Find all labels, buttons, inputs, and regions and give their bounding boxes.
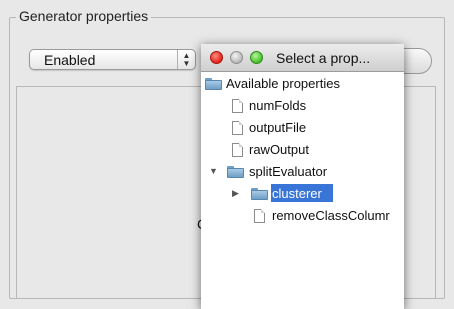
file-icon [254, 209, 265, 223]
tree-item-expanded[interactable]: ▼ splitEvaluator [201, 162, 404, 182]
disclosure-down-icon[interactable]: ▼ [209, 166, 218, 176]
tree-root[interactable]: Available properties [201, 74, 404, 94]
dialog-title: Select a prop... [276, 50, 371, 66]
tree-root-label: Available properties [226, 76, 340, 91]
folder-icon [227, 166, 244, 178]
tree-item[interactable]: numFolds [201, 96, 404, 116]
tree-item-label: clusterer [272, 186, 322, 201]
zoom-button[interactable] [250, 51, 263, 64]
tree-item-label: numFolds [249, 98, 307, 113]
file-icon [232, 143, 243, 157]
enabled-select[interactable]: Enabled ▲ ▼ [29, 49, 196, 70]
select-property-dialog: Select a prop... Available properties nu… [201, 44, 404, 309]
tree-item[interactable]: removeClassColumr [201, 206, 404, 226]
disclosure-right-icon[interactable]: ▶ [232, 188, 239, 199]
minimize-button[interactable] [230, 51, 243, 64]
dialog-titlebar[interactable]: Select a prop... [201, 44, 404, 72]
property-tree[interactable]: Available properties numFolds outputFile… [201, 72, 404, 309]
file-icon [232, 121, 243, 135]
tree-item[interactable]: rawOutput [201, 140, 404, 160]
group-title: Generator properties [16, 8, 152, 24]
folder-icon [251, 188, 268, 200]
select-value: Enabled [44, 52, 96, 68]
tree-item-label: removeClassColumr [272, 208, 390, 223]
tree-item-label: outputFile [249, 120, 307, 135]
tree-item-selected[interactable]: ▶ clusterer [201, 184, 404, 204]
tree-item-label: rawOutput [249, 142, 309, 157]
close-button[interactable] [210, 51, 223, 64]
select-arrows-icon: ▲ ▼ [177, 50, 195, 69]
folder-icon [205, 78, 222, 90]
tree-item-label: splitEvaluator [249, 164, 328, 179]
tree-item[interactable]: outputFile [201, 118, 404, 138]
file-icon [232, 99, 243, 113]
